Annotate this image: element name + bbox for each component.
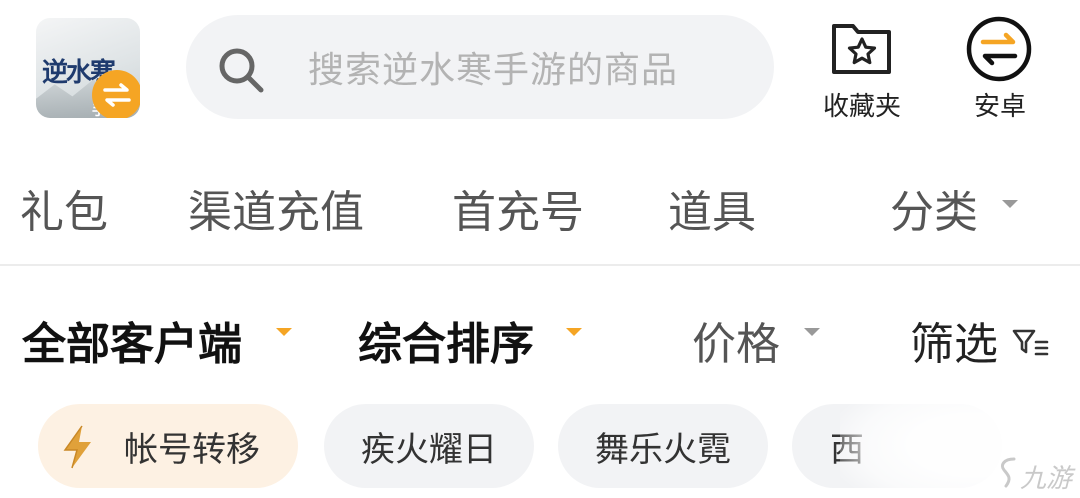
chip-label: 疾火耀日 [361, 429, 497, 470]
filter-button[interactable]: 筛选 [910, 308, 1049, 372]
favorites-button[interactable]: 收藏夹 [812, 16, 912, 124]
lightning-icon [60, 424, 96, 479]
tab-label: 分类 [890, 187, 978, 238]
price-sort-button[interactable]: 价格 [692, 308, 820, 372]
filter-label: 价格 [692, 319, 780, 370]
tab-channel-recharge[interactable]: 渠道充值 [188, 176, 364, 240]
tab-label: 渠道充值 [188, 187, 364, 238]
funnel-icon [1012, 320, 1050, 371]
client-filter-dropdown[interactable]: 全部客户端 [22, 308, 292, 372]
section-divider [0, 264, 1080, 266]
tab-items[interactable]: 道具 [668, 176, 756, 240]
swap-arrows-icon [92, 70, 140, 118]
chip-tag[interactable]: 疾火耀日 [324, 404, 534, 488]
chevron-down-icon [804, 328, 820, 336]
tab-label: 首充号 [452, 187, 584, 238]
tab-gift[interactable]: 礼包 [20, 176, 108, 240]
app-icon[interactable]: 逆水寒 手游 [36, 18, 140, 118]
chevron-down-icon [1002, 200, 1018, 208]
sort-dropdown[interactable]: 综合排序 [358, 308, 582, 372]
star-folder-icon [831, 20, 893, 80]
watermark-logo: 九游 [996, 456, 1072, 494]
favorites-label: 收藏夹 [822, 92, 901, 122]
tab-label: 礼包 [20, 187, 108, 238]
chevron-down-icon [276, 328, 292, 336]
chip-account-transfer[interactable]: 帐号转移 [38, 404, 298, 488]
filter-label: 综合排序 [358, 319, 534, 370]
chip-tag[interactable]: 舞乐火霓 [558, 404, 768, 488]
tab-first-recharge-account[interactable]: 首充号 [452, 176, 584, 240]
swap-arrows-icon [965, 16, 1033, 86]
search-placeholder: 搜索逆水寒手游的商品 [308, 50, 679, 91]
chip-label: 帐号转移 [124, 429, 260, 470]
platform-label: 安卓 [973, 92, 1026, 122]
search-icon [216, 45, 266, 99]
chevron-down-icon [566, 328, 582, 336]
tab-category-dropdown[interactable]: 分类 [890, 176, 1018, 240]
tab-label: 道具 [668, 187, 756, 238]
filter-label: 筛选 [910, 319, 998, 370]
chip-label: 舞乐火霓 [595, 429, 731, 470]
filter-label: 全部客户端 [22, 319, 242, 370]
search-input[interactable]: 搜索逆水寒手游的商品 [186, 15, 774, 119]
platform-switch-button[interactable]: 安卓 [950, 16, 1050, 124]
